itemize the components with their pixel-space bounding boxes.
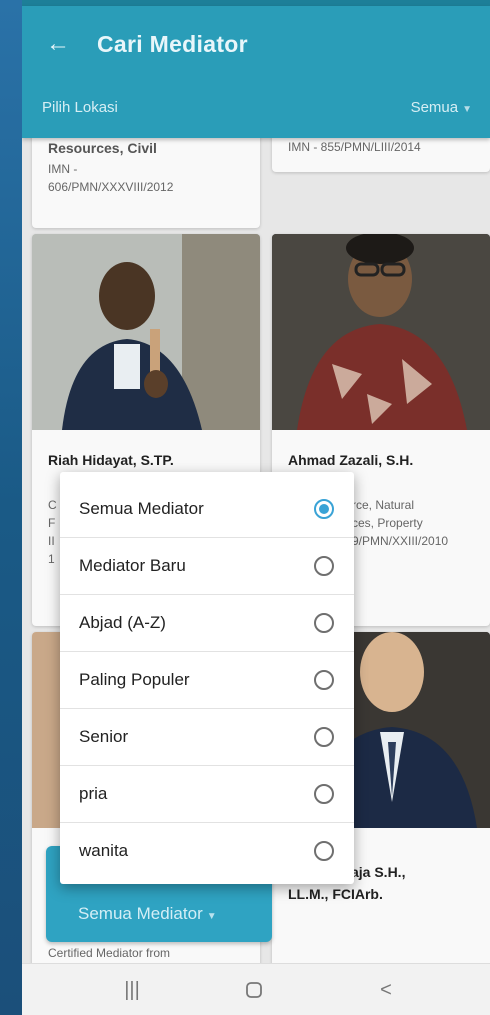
mediator-specialty: Resources, Civil: [48, 140, 157, 156]
filter-sort-text: Semua Mediator: [78, 904, 203, 923]
sort-option-label: Semua Mediator: [79, 499, 204, 518]
mediator-card[interactable]: IMN - 855/PMN/LIII/2014: [272, 132, 490, 172]
radio-unselected-icon[interactable]: [314, 670, 334, 690]
phone-screen: ← Cari Mediator Pilih Lokasi Semua ▼ Reso…: [22, 0, 490, 1015]
radio-unselected-icon[interactable]: [314, 556, 334, 576]
sort-option-label: Senior: [79, 727, 129, 746]
sort-option-semua-mediator[interactable]: Semua Mediator: [60, 481, 354, 538]
home-button[interactable]: [234, 972, 274, 1008]
recents-icon: |||: [124, 979, 140, 1001]
location-label: Pilih Lokasi: [42, 99, 118, 116]
mediator-detail-line: F: [48, 516, 56, 530]
mediator-photo: [32, 234, 260, 430]
filter-sort-label: Semua Mediator ▼: [78, 904, 217, 924]
arrow-left-icon: ←: [46, 30, 70, 57]
radio-unselected-icon[interactable]: [314, 727, 334, 747]
mediator-id-line: 606/PMN/XXXVIII/2012: [48, 180, 174, 194]
mediator-detail-line: C: [48, 498, 57, 512]
sort-option-label: Abjad (A-Z): [79, 613, 166, 632]
radio-unselected-icon[interactable]: [314, 841, 334, 861]
device-frame-edge: [0, 0, 22, 1015]
dropdown-caret-icon: ▼: [206, 911, 217, 922]
sort-option-wanita[interactable]: wanita: [60, 823, 354, 880]
sort-option-mediator-baru[interactable]: Mediator Baru: [60, 538, 354, 595]
mediator-detail-line: ces, Property: [352, 516, 423, 530]
back-button[interactable]: ←: [40, 26, 76, 62]
mediator-card[interactable]: Resources, Civil IMN - 606/PMN/XXXVIII/2…: [32, 132, 260, 228]
mediator-name: Riah Hidayat, S.TP.: [48, 452, 174, 468]
radio-unselected-icon[interactable]: [314, 613, 334, 633]
system-nav-bar: ||| <: [22, 963, 490, 1015]
sort-options-dialog: Semua Mediator Mediator Baru Abjad (A-Z)…: [60, 472, 354, 884]
sort-option-senior[interactable]: Senior: [60, 709, 354, 766]
person-photo-illustration: [272, 234, 490, 430]
radio-selected-icon[interactable]: [314, 499, 334, 519]
recents-button[interactable]: |||: [112, 972, 152, 1008]
location-dropdown[interactable]: Semua ▼: [411, 99, 472, 116]
home-icon: [246, 982, 262, 998]
sort-option-abjad[interactable]: Abjad (A-Z): [60, 595, 354, 652]
location-value: Semua: [410, 99, 459, 116]
sort-option-label: Mediator Baru: [79, 556, 186, 575]
mediator-name: Ahmad Zazali, S.H.: [288, 452, 414, 468]
mediator-detail-line: 1: [48, 552, 55, 566]
dropdown-caret-icon: ▼: [462, 104, 472, 115]
mediator-name: LL.M., FCIArb.: [288, 886, 383, 902]
radio-unselected-icon[interactable]: [314, 784, 334, 804]
back-nav-icon: <: [380, 979, 392, 1001]
person-photo-illustration: [32, 234, 260, 430]
sort-option-label: Paling Populer: [79, 670, 190, 689]
mediator-detail-line: 9/PMN/XXIII/2010: [352, 534, 449, 548]
mediator-detail-line: rce, Natural: [352, 498, 415, 512]
mediator-detail-line: II: [48, 534, 55, 548]
sort-option-pria[interactable]: pria: [60, 766, 354, 823]
mediator-detail-line: Certified Mediator from: [48, 946, 171, 960]
back-nav-button[interactable]: <: [366, 972, 406, 1008]
app-bar: ← Cari Mediator Pilih Lokasi Semua ▼: [22, 6, 490, 138]
mediator-id-line: IMN -: [48, 162, 78, 176]
sort-option-label: wanita: [79, 841, 129, 860]
mediator-id-line: IMN - 855/PMN/LIII/2014: [288, 140, 421, 154]
page-title: Cari Mediator: [97, 31, 248, 57]
mediator-photo: [272, 234, 490, 430]
sort-option-label: pria: [79, 784, 108, 803]
sort-option-paling-populer[interactable]: Paling Populer: [60, 652, 354, 709]
